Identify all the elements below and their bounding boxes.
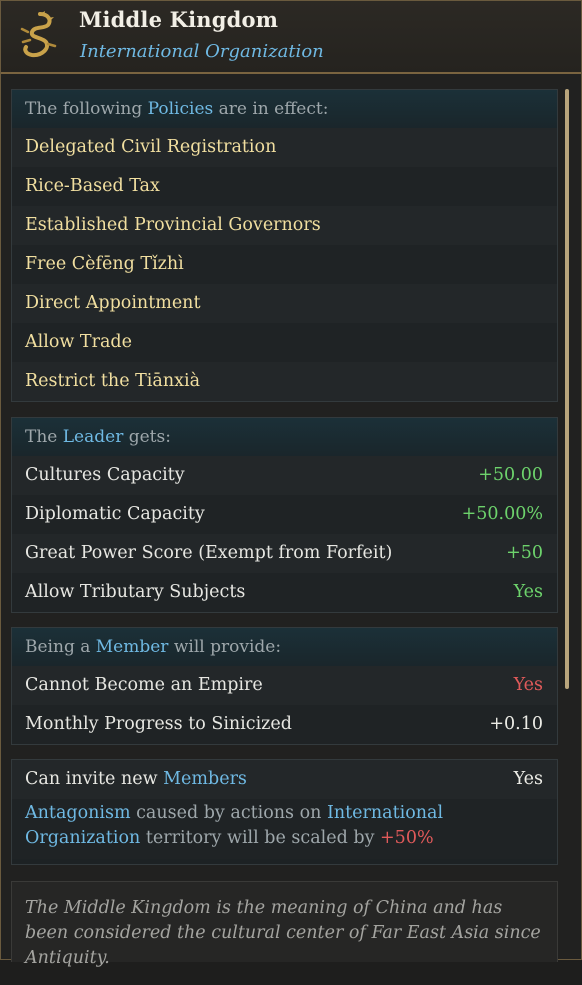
bonus-value: +50.00%: [461, 504, 543, 524]
invite-panel: Can invite new Members Yes Antagonism ca…: [11, 759, 558, 865]
policy-item[interactable]: Free Cèfēng Tǐzhì: [12, 245, 557, 284]
tooltip-header: Middle Kingdom International Organizatio…: [1, 1, 581, 74]
policy-item[interactable]: Direct Appointment: [12, 284, 557, 323]
bonus-value: +50.00: [478, 465, 543, 485]
policy-label: Rice-Based Tax: [25, 176, 160, 196]
member-heading: Being a Member will provide:: [12, 628, 557, 666]
member-heading-pre: Being a: [25, 637, 96, 657]
leader-heading-post: gets:: [123, 427, 171, 447]
bonus-label: Diplomatic Capacity: [25, 504, 205, 524]
dragon-emblem-icon: [16, 9, 60, 61]
leader-bonus-row: Cultures Capacity +50.00: [12, 456, 557, 495]
effect-value: +0.10: [489, 714, 543, 734]
leader-bonus-row: Allow Tributary Subjects Yes: [12, 573, 557, 612]
antagonism-text: Antagonism caused by actions on Internat…: [12, 799, 557, 859]
effect-label: Cannot Become an Empire: [25, 675, 263, 695]
leader-bonus-row: Diplomatic Capacity +50.00%: [12, 495, 557, 534]
policies-panel: The following Policies are in effect: De…: [11, 89, 558, 402]
leader-heading: The Leader gets:: [12, 418, 557, 456]
member-link[interactable]: Member: [96, 637, 169, 657]
policy-label: Allow Trade: [25, 332, 132, 352]
leader-bonus-row: Great Power Score (Exempt from Forfeit) …: [12, 534, 557, 573]
organization-type: International Organization: [80, 41, 324, 62]
effect-value: Yes: [513, 675, 543, 695]
leader-heading-pre: The: [25, 427, 63, 447]
member-panel: Being a Member will provide: Cannot Beco…: [11, 627, 558, 745]
antagonism-text-mid: caused by actions on: [130, 803, 327, 823]
member-heading-post: will provide:: [168, 637, 282, 657]
member-effect-row: Cannot Become an Empire Yes: [12, 666, 557, 705]
organization-title: Middle Kingdom: [79, 7, 279, 32]
effect-label: Monthly Progress to Sinicized: [25, 714, 292, 734]
bonus-value: +50: [506, 543, 543, 563]
policies-heading-post: are in effect:: [213, 99, 329, 119]
policy-item[interactable]: Restrict the Tiānxià: [12, 362, 557, 401]
flavor-text: The Middle Kingdom is the meaning of Chi…: [25, 898, 541, 968]
members-link[interactable]: Members: [163, 769, 247, 789]
invite-label: Can invite new Members: [25, 760, 247, 799]
policy-label: Direct Appointment: [25, 293, 201, 313]
policies-heading: The following Policies are in effect:: [12, 90, 557, 128]
policies-link[interactable]: Policies: [148, 99, 214, 119]
flavor-panel: The Middle Kingdom is the meaning of Chi…: [11, 881, 558, 968]
invite-row: Can invite new Members Yes: [12, 760, 557, 799]
policy-label: Free Cèfēng Tǐzhì: [25, 254, 184, 274]
policy-item[interactable]: Established Provincial Governors: [12, 206, 557, 245]
leader-panel: The Leader gets: Cultures Capacity +50.0…: [11, 417, 558, 613]
policies-heading-pre: The following: [25, 99, 148, 119]
bonus-label: Cultures Capacity: [25, 465, 185, 485]
invite-label-pre: Can invite new: [25, 769, 164, 789]
bonus-value: Yes: [513, 582, 543, 602]
antagonism-scale-value: +50%: [380, 828, 434, 848]
policy-label: Delegated Civil Registration: [25, 137, 277, 157]
policy-label: Established Provincial Governors: [25, 215, 321, 235]
bonus-label: Allow Tributary Subjects: [25, 582, 246, 602]
tooltip-window: Middle Kingdom International Organizatio…: [0, 0, 582, 968]
scrollbar-thumb[interactable]: [565, 89, 569, 689]
antagonism-link[interactable]: Antagonism: [25, 803, 131, 823]
policy-item[interactable]: Rice-Based Tax: [12, 167, 557, 206]
bonus-label: Great Power Score (Exempt from Forfeit): [25, 543, 393, 563]
invite-value: Yes: [513, 769, 543, 789]
leader-link[interactable]: Leader: [63, 427, 124, 447]
antagonism-text-post: territory will be scaled by: [140, 828, 381, 848]
policy-item[interactable]: Allow Trade: [12, 323, 557, 362]
policy-item[interactable]: Delegated Civil Registration: [12, 128, 557, 167]
policy-label: Restrict the Tiānxià: [25, 371, 200, 391]
member-effect-row: Monthly Progress to Sinicized +0.10: [12, 705, 557, 744]
